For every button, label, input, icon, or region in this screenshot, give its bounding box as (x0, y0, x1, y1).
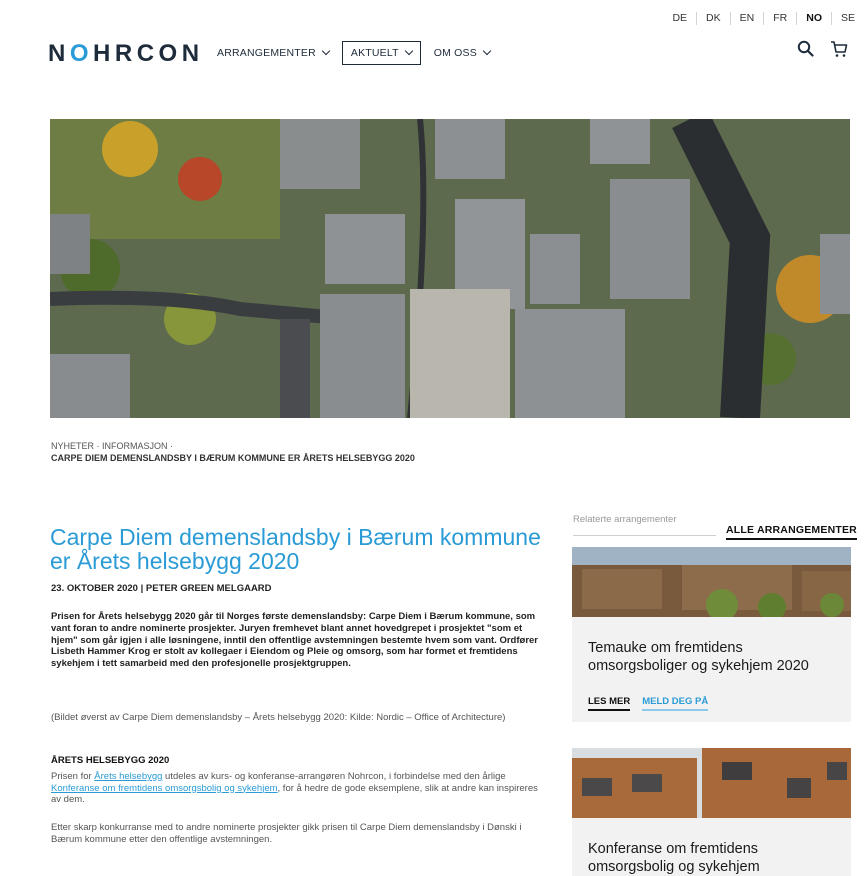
lang-dk[interactable]: DK (696, 12, 730, 25)
lang-de[interactable]: DE (663, 12, 696, 25)
register-button[interactable]: MELD DEG PÅ (642, 696, 709, 711)
event-card[interactable]: Konferanse om fremtidens omsorgsbolig og… (572, 748, 851, 876)
article-lead: Prisen for Årets helsebygg 2020 går til … (51, 611, 538, 670)
related-events-select[interactable]: Relaterte arrangementer (573, 514, 716, 536)
nav-aktuelt[interactable]: AKTUELT (341, 41, 421, 65)
article-meta: 23. OKTOBER 2020 | PETER GREEN MELGAARD (51, 583, 272, 594)
main-nav: ARRANGEMENTER AKTUELT OM OSS (212, 41, 503, 65)
logo[interactable]: NOHRCON (48, 40, 204, 68)
section-heading: ÅRETS HELSEBYGG 2020 (51, 755, 170, 766)
all-events-link[interactable]: ALLE ARRANGEMENTER (726, 524, 857, 540)
event-card-title[interactable]: Temauke om fremtidens omsorgsboliger og … (588, 639, 835, 675)
chevron-down-icon (482, 46, 492, 56)
lang-en[interactable]: EN (729, 12, 764, 25)
p1-text-b: utdeles av kurs- og konferanse-arrangøre… (162, 771, 506, 782)
lang-fr[interactable]: FR (763, 12, 796, 25)
nav-om-oss-label: OM OSS (433, 47, 477, 59)
lang-se[interactable]: SE (830, 12, 864, 25)
language-switcher: DE DK EN FR NO SE (663, 12, 864, 25)
image-caption: (Bildet øverst av Carpe Diem demenslands… (51, 712, 506, 723)
event-card-image (572, 748, 851, 818)
article-paragraph-1: Prisen for Årets helsebygg utdeles av ku… (51, 771, 546, 806)
link-konferanse[interactable]: Konferanse om fremtidens omsorgsbolig og… (51, 783, 278, 794)
breadcrumb-current: CARPE DIEM DEMENSLANDSBY I BÆRUM KOMMUNE… (51, 453, 415, 463)
lang-no[interactable]: NO (796, 12, 831, 25)
link-arets-helsebygg[interactable]: Årets helsebygg (94, 771, 162, 782)
read-more-button[interactable]: LES MER (588, 696, 631, 711)
event-card[interactable]: Temauke om fremtidens omsorgsboliger og … (572, 547, 851, 722)
search-icon[interactable] (797, 40, 814, 63)
p1-text-a: Prisen for (51, 771, 95, 782)
nav-om-oss[interactable]: OM OSS (429, 41, 495, 65)
nav-arrangementer[interactable]: ARRANGEMENTER (212, 41, 334, 65)
event-card-image (572, 547, 851, 617)
breadcrumb-trail[interactable]: NYHETER · INFORMASJON · (51, 440, 415, 452)
chevron-down-icon (404, 46, 413, 56)
cart-icon[interactable] (830, 40, 848, 63)
logo-text: NOHRCON (48, 40, 204, 67)
article-title: Carpe Diem demenslandsby i Bærum kommune… (50, 524, 541, 574)
hero-image (50, 119, 850, 418)
meta-separator: | (140, 583, 144, 594)
breadcrumb: NYHETER · INFORMASJON · CARPE DIEM DEMEN… (51, 440, 415, 464)
article-date: 23. OKTOBER 2020 (51, 583, 138, 594)
nav-aktuelt-label: AKTUELT (350, 47, 399, 59)
article-paragraph-2: Etter skarp konkurranse med to andre nom… (51, 822, 522, 845)
header-icons (797, 40, 848, 63)
article-author: PETER GREEN MELGAARD (145, 583, 272, 594)
event-card-actions: LES MER MELD DEG PÅ (588, 696, 709, 711)
nav-arrangementer-label: ARRANGEMENTER (217, 47, 316, 59)
event-card-title[interactable]: Konferanse om fremtidens omsorgsbolig og… (588, 840, 835, 876)
chevron-down-icon (321, 46, 331, 56)
